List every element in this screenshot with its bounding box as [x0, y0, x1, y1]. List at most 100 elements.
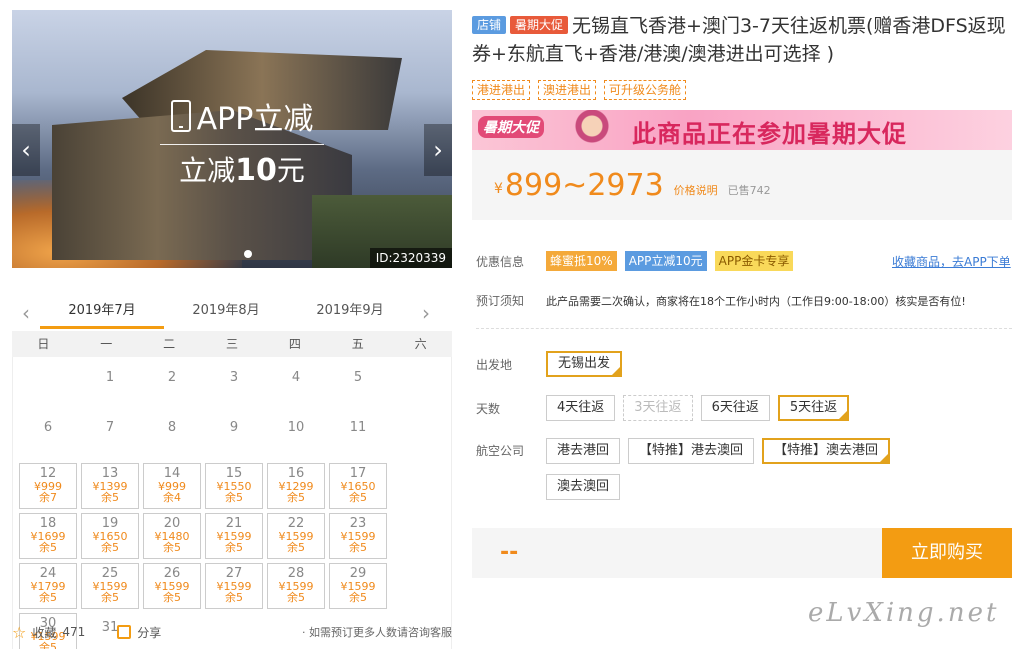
calendar-day-available[interactable]: 15 ¥1550 余5: [205, 463, 263, 509]
offer-badge: 蜂蜜抵10%: [546, 251, 617, 271]
promo-tag: 暑期大促: [510, 16, 569, 34]
calendar-day-available[interactable]: 14 ¥999 余4: [143, 463, 201, 509]
day-number: 10: [287, 420, 305, 435]
calendar-day-available[interactable]: 16 ¥1299 余5: [267, 463, 325, 509]
offers-row: 优惠信息 蜂蜜抵10% APP立减10元 APP金卡专享: [476, 251, 801, 271]
days-row: 天数 4天往返 3天往返 6天往返 5天往返: [476, 395, 857, 421]
day-stock: 余5: [101, 541, 119, 554]
feature-chip: 澳进港出: [538, 80, 597, 100]
promo-banner[interactable]: 暑期大促 此商品正在参加暑期大促: [472, 110, 1012, 150]
airline-option[interactable]: 港去港回: [546, 438, 621, 464]
feature-chip: 港进港出: [472, 80, 531, 100]
contact-note: · 如需预订更多人数请咨询客服: [302, 626, 452, 639]
month-tab[interactable]: 2019年8月: [164, 297, 288, 329]
calendar-day-available[interactable]: 26 ¥1599 余5: [143, 563, 201, 609]
calendar-day-available[interactable]: 12 ¥999 余7: [19, 463, 77, 509]
weekday-label: 日: [37, 337, 50, 351]
day-number: 27: [225, 566, 243, 581]
banner-figure: [568, 110, 616, 150]
day-stock: 余5: [225, 541, 243, 554]
days-option: 3天往返: [623, 395, 693, 421]
day-number: 6: [43, 420, 53, 435]
calendar-day: 7: [81, 413, 139, 459]
days-option[interactable]: 5天往返: [777, 395, 850, 421]
day-number: 14: [163, 466, 181, 481]
calendar-day-available[interactable]: 24 ¥1799 余5: [19, 563, 77, 609]
day-stock: 余5: [163, 591, 181, 604]
departure-option[interactable]: 无锡出发: [546, 351, 623, 377]
calendar-day-available[interactable]: 17 ¥1650 余5: [329, 463, 387, 509]
day-stock: 余5: [287, 491, 305, 504]
month-tab[interactable]: 2019年9月: [288, 297, 412, 329]
airline-row: 航空公司 港去港回 【特推】港去澳回 【特推】澳去港回 澳去澳回: [476, 438, 1012, 500]
day-number: 18: [39, 516, 57, 531]
calendar-day-available[interactable]: 27 ¥1599 余5: [205, 563, 263, 609]
promo-line1: APP立减: [196, 102, 314, 137]
calendar-day: 8: [143, 413, 201, 459]
carousel-next-button[interactable]: ›: [424, 124, 452, 176]
feature-chips: 港进港出 澳进港出 可升级公务舱: [472, 80, 687, 100]
day-number: 16: [287, 466, 305, 481]
carousel-dot[interactable]: [244, 250, 252, 258]
month-tab[interactable]: 2019年7月: [40, 297, 164, 329]
price-explain-link[interactable]: 价格说明: [674, 182, 718, 198]
share-button[interactable]: 分享: [117, 624, 161, 641]
calendar-day-available[interactable]: 29 ¥1599 余5: [329, 563, 387, 609]
offer-badge: APP立减10元: [624, 251, 707, 271]
booking-label: 预订须知: [476, 294, 525, 308]
day-number: 4: [291, 370, 301, 385]
calendar-day-available[interactable]: 18 ¥1699 余5: [19, 513, 77, 559]
calendar-prev-icon[interactable]: ‹: [12, 301, 40, 325]
calendar-day-available[interactable]: 19 ¥1650 余5: [81, 513, 139, 559]
day-number: 24: [39, 566, 57, 581]
favorite-button[interactable]: ☆ 收藏 471: [12, 623, 85, 642]
buy-now-button[interactable]: 立即购买: [882, 528, 1012, 578]
calendar-day-available[interactable]: 13 ¥1399 余5: [81, 463, 139, 509]
day-number: 28: [287, 566, 305, 581]
calendar-day-available[interactable]: 22 ¥1599 余5: [267, 513, 325, 559]
day-number: 1: [105, 370, 115, 385]
carousel-prev-button[interactable]: ‹: [12, 124, 40, 176]
total-price: --: [500, 540, 519, 565]
calendar-day-available[interactable]: 23 ¥1599 余5: [329, 513, 387, 559]
airline-option[interactable]: 【特推】港去澳回: [628, 438, 755, 464]
calendar-day-available[interactable]: 21 ¥1599 余5: [205, 513, 263, 559]
departure-label: 出发地: [476, 357, 513, 372]
promo-amount: 10: [235, 153, 277, 188]
airline-label: 航空公司: [476, 444, 525, 458]
calendar-day-available[interactable]: 25 ¥1599 余5: [81, 563, 139, 609]
banner-label: 暑期大促: [478, 116, 544, 138]
day-number: 2: [167, 370, 177, 385]
day-number: 17: [349, 466, 367, 481]
buy-bar: -- 立即购买: [472, 528, 1012, 578]
weekday-label: 六: [414, 337, 427, 351]
day-stock: 余5: [39, 541, 57, 554]
product-title: 店铺 暑期大促 无锡直飞香港+澳门3-7天往返机票(赠香港DFS返现券+东航直飞+香…: [472, 12, 1012, 68]
days-option[interactable]: 6天往返: [700, 395, 770, 421]
day-number: 19: [101, 516, 119, 531]
hero-carousel[interactable]: APP立减 立减10元 ‹ › ID:2320339: [12, 10, 452, 268]
weekday-label: 三: [226, 337, 239, 351]
calendar-day-available[interactable]: 28 ¥1599 余5: [267, 563, 325, 609]
day-stock: 余5: [287, 541, 305, 554]
favorite-app-link[interactable]: 收藏商品，去APP下单: [892, 253, 1011, 270]
watermark: eLvXing.net: [808, 598, 1000, 628]
calendar-day: 1: [81, 363, 139, 409]
calendar-day-available[interactable]: 20 ¥1480 余5: [143, 513, 201, 559]
airline-option[interactable]: 澳去澳回: [546, 474, 621, 500]
price-calendar: ‹ 2019年7月 2019年8月 2019年9月 › 日一二三四五六 1234…: [12, 297, 452, 649]
calendar-next-icon[interactable]: ›: [412, 301, 440, 325]
day-number: 12: [39, 466, 57, 481]
departure-row: 出发地 无锡出发: [476, 351, 630, 377]
booking-text: 此产品需要二次确认，商家将在18个工作小时内（工作日9:00-18:00）核实是…: [546, 294, 966, 308]
favorite-count: 471: [62, 625, 86, 639]
day-stock: 余5: [101, 591, 119, 604]
weekday-header: 日一二三四五六: [12, 331, 452, 357]
chevron-left-icon: ‹: [21, 136, 31, 164]
days-option[interactable]: 4天往返: [546, 395, 616, 421]
booking-row: 预订须知 此产品需要二次确认，商家将在18个工作小时内（工作日9:00-18:0…: [476, 292, 966, 309]
airline-option[interactable]: 【特推】澳去港回: [762, 438, 891, 464]
day-number: 9: [229, 420, 239, 435]
calendar-day: 4: [267, 363, 325, 409]
calendar-day: 6: [19, 413, 77, 459]
